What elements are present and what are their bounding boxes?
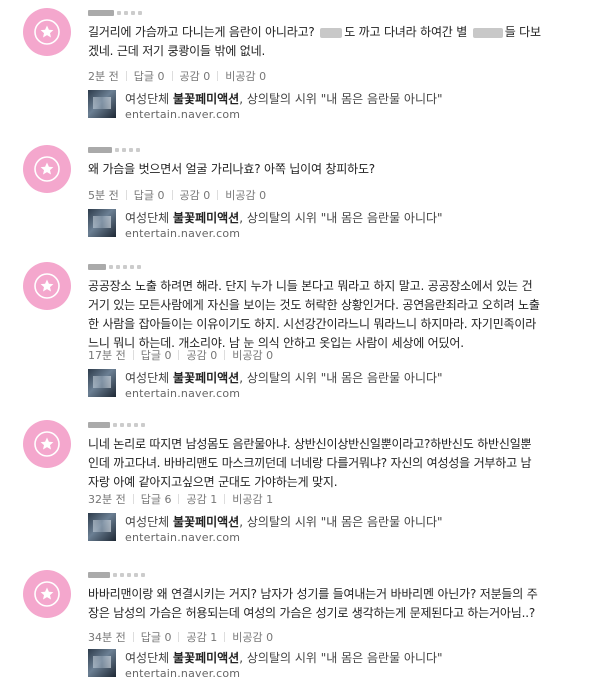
news-domain: entertain.naver.com (125, 667, 241, 680)
news-link[interactable]: 여성단체 불꽃페미액션, 상의탈의 시위 "내 몸은 음란물 아니다" ente… (88, 369, 508, 405)
like-button[interactable]: 공감 0 (180, 68, 211, 84)
username-masked[interactable] (88, 8, 148, 18)
news-domain: entertain.naver.com (125, 531, 241, 544)
star-icon (34, 156, 60, 182)
news-thumbnail (88, 90, 116, 118)
comment-text: 왜 가슴을 벗으면서 얼굴 가리나효? 아쪽 닙이여 창피하도? (88, 162, 375, 176)
dislike-button[interactable]: 비공감 0 (225, 68, 266, 84)
dislike-button[interactable]: 비공감 0 (232, 347, 273, 363)
like-button[interactable]: 공감 1 (186, 629, 217, 645)
news-title: 여성단체 불꽃페미액션, 상의탈의 시위 "내 몸은 음란물 아니다" (125, 92, 443, 106)
news-domain: entertain.naver.com (125, 227, 241, 240)
star-icon (34, 273, 60, 299)
news-thumbnail (88, 369, 116, 397)
reply-button[interactable]: 답글 0 (134, 68, 165, 84)
comment-meta: 34분 전 답글 0 공감 1 비공감 0 (88, 629, 273, 645)
news-title: 여성단체 불꽃페미액션, 상의탈의 시위 "내 몸은 음란물 아니다" (125, 371, 443, 385)
star-icon (34, 581, 60, 607)
news-thumbnail (88, 649, 116, 677)
reply-button[interactable]: 답글 0 (141, 347, 172, 363)
news-link[interactable]: 여성단체 불꽃페미액션, 상의탈의 시위 "내 몸은 음란물 아니다" ente… (88, 209, 508, 245)
comment-meta: 2분 전 답글 0 공감 0 비공감 0 (88, 68, 266, 84)
like-button[interactable]: 공감 0 (186, 347, 217, 363)
comment-text: 니네 논리로 따지면 남성몸도 음란물아냐. 상반신이상반신일뿐이라고?하반신도… (88, 437, 532, 489)
reply-button[interactable]: 답글 0 (141, 629, 172, 645)
timestamp: 34분 전 (88, 631, 126, 644)
username-masked[interactable] (88, 420, 148, 430)
avatar[interactable] (23, 8, 71, 56)
like-button[interactable]: 공감 0 (180, 187, 211, 203)
dislike-button[interactable]: 비공감 0 (232, 629, 273, 645)
timestamp: 2분 전 (88, 70, 119, 83)
comment-meta: 17분 전 답글 0 공감 0 비공감 0 (88, 347, 273, 363)
avatar[interactable] (23, 262, 71, 310)
username-masked[interactable] (88, 145, 148, 155)
comment-text: 바바리맨이랑 왜 연결시키는 거지? 남자가 성기를 들여내는거 바바리멘 아닌… (88, 587, 538, 620)
like-button[interactable]: 공감 1 (186, 491, 217, 507)
avatar[interactable] (23, 145, 71, 193)
reply-button[interactable]: 답글 6 (141, 491, 172, 507)
timestamp: 5분 전 (88, 189, 119, 202)
avatar[interactable] (23, 570, 71, 618)
news-title: 여성단체 불꽃페미액션, 상의탈의 시위 "내 몸은 음란물 아니다" (125, 211, 443, 225)
news-thumbnail (88, 209, 116, 237)
username-masked[interactable] (88, 570, 148, 580)
star-icon (34, 431, 60, 457)
star-icon (34, 19, 60, 45)
news-title: 여성단체 불꽃페미액션, 상의탈의 시위 "내 몸은 음란물 아니다" (125, 651, 443, 665)
comment-text: 길거리에 가슴까고 다니는게 음란이 아니라고? 도 까고 다녀라 하여간 별 … (88, 25, 541, 58)
reply-button[interactable]: 답글 0 (134, 187, 165, 203)
news-link[interactable]: 여성단체 불꽃페미액션, 상의탈의 시위 "내 몸은 음란물 아니다" ente… (88, 513, 508, 549)
news-thumbnail (88, 513, 116, 541)
username-masked[interactable] (88, 262, 148, 272)
comment-meta: 5분 전 답글 0 공감 0 비공감 0 (88, 187, 266, 203)
redacted-text (472, 27, 503, 38)
news-title: 여성단체 불꽃페미액션, 상의탈의 시위 "내 몸은 음란물 아니다" (125, 515, 443, 529)
timestamp: 32분 전 (88, 493, 126, 506)
redacted-text (320, 27, 343, 38)
dislike-button[interactable]: 비공감 0 (225, 187, 266, 203)
comment-text: 공공장소 노출 하려면 해라. 단지 누가 니들 본다고 뭐라고 하지 말고. … (88, 279, 540, 350)
news-link[interactable]: 여성단체 불꽃페미액션, 상의탈의 시위 "내 몸은 음란물 아니다" ente… (88, 90, 508, 126)
dislike-button[interactable]: 비공감 1 (232, 491, 273, 507)
news-link[interactable]: 여성단체 불꽃페미액션, 상의탈의 시위 "내 몸은 음란물 아니다" ente… (88, 649, 508, 685)
news-domain: entertain.naver.com (125, 108, 241, 121)
avatar[interactable] (23, 420, 71, 468)
news-domain: entertain.naver.com (125, 387, 241, 400)
timestamp: 17분 전 (88, 349, 126, 362)
comment-meta: 32분 전 답글 6 공감 1 비공감 1 (88, 491, 273, 507)
